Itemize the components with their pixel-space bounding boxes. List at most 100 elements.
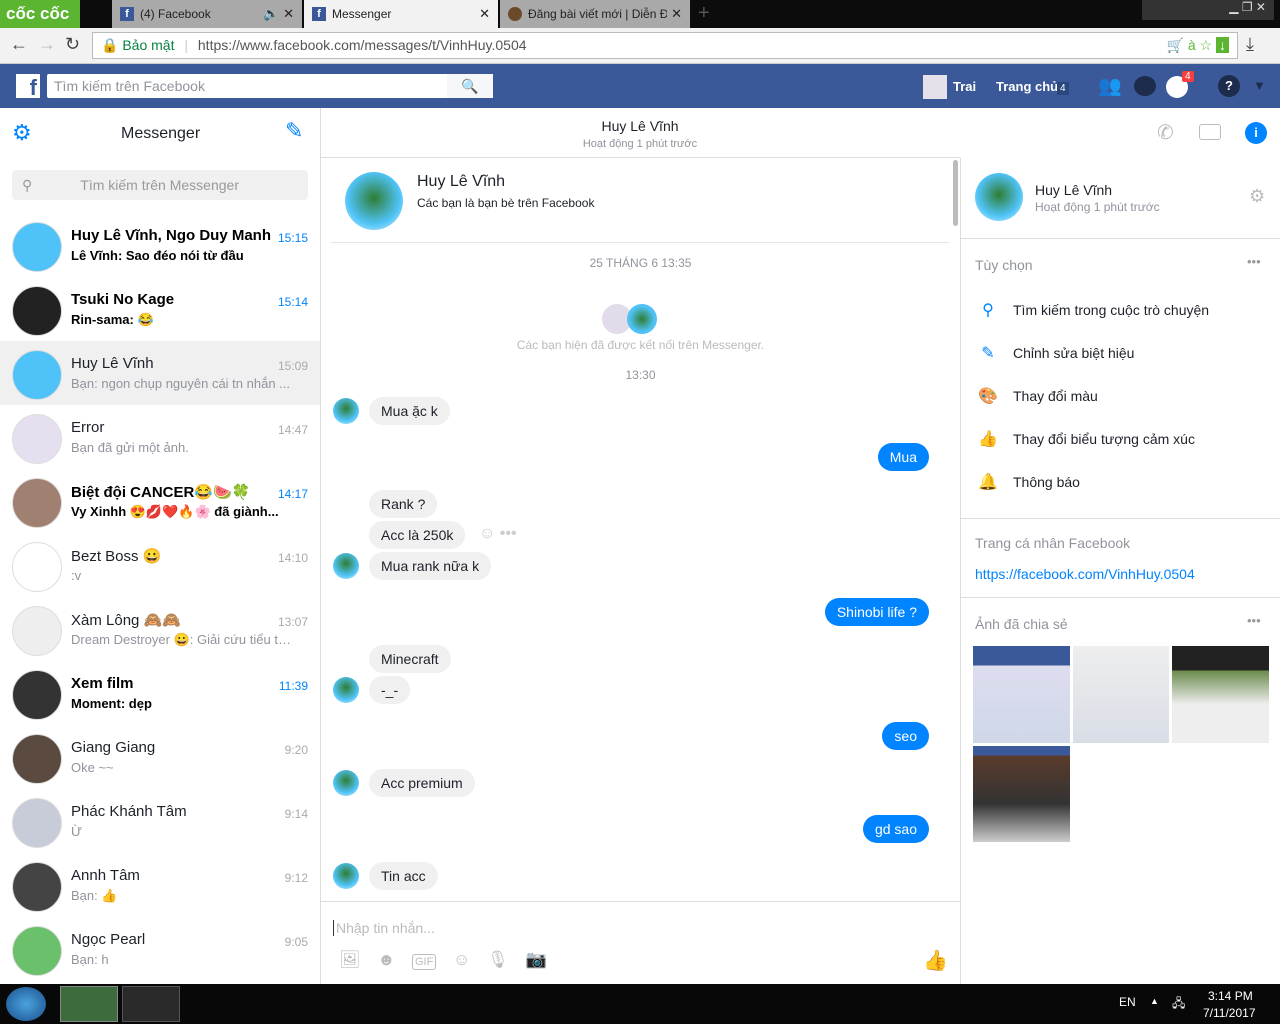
window-controls[interactable]: ▁ ❐ ✕ bbox=[1142, 0, 1274, 20]
shared-photo[interactable] bbox=[1172, 646, 1269, 743]
conversation-item[interactable]: Phác Khánh Tâm Ừ 9:14 bbox=[0, 789, 320, 853]
profile-link[interactable]: Trai bbox=[953, 79, 976, 94]
conversation-item[interactable]: Error Bạn đã gửi một ảnh. 14:47 bbox=[0, 405, 320, 469]
conversation-item[interactable]: Biệt đội CANCER😂🍉🍀 Vy Xinhh 😍💋❤️🔥🌸 đã gi… bbox=[0, 469, 320, 533]
conversation-item[interactable]: Huy Lê Vĩnh Bạn: ngon chụp nguyên cái tn… bbox=[0, 341, 320, 405]
message-bubble[interactable]: Mua ặc k bbox=[369, 397, 450, 425]
taskbar-minecraft[interactable] bbox=[122, 986, 180, 1022]
sender-avatar bbox=[333, 863, 359, 889]
extension-icons[interactable]: 🛒 à ☆ ↓ bbox=[1167, 33, 1229, 58]
url-input[interactable]: 🔒 Bảo mật | https://www.facebook.com/mes… bbox=[92, 32, 1238, 59]
shared-photo[interactable] bbox=[973, 746, 1070, 842]
palette-icon: 🎨 bbox=[978, 388, 998, 405]
message-bubble-sent[interactable]: Shinobi life ? bbox=[824, 598, 929, 626]
microphone-icon[interactable]: 🎙 bbox=[487, 950, 509, 969]
conversation-name: Tsuki No Kage bbox=[71, 291, 175, 308]
gif-button[interactable]: GIF bbox=[411, 954, 437, 970]
conversation-name: Giang Giang bbox=[71, 739, 156, 756]
option-search-conversation[interactable]: ⚲ Tìm kiếm trong cuộc trò chuyện bbox=[975, 300, 1209, 320]
profile-link[interactable]: https://facebook.com/VinhHuy.0504 bbox=[975, 566, 1195, 582]
search-placeholder: Tìm kiếm trên Facebook bbox=[54, 78, 205, 94]
shared-photo[interactable] bbox=[973, 646, 1070, 743]
option-change-emoji[interactable]: 👍 Thay đổi biểu tượng cảm xúc bbox=[975, 429, 1195, 449]
close-icon[interactable]: ✕ bbox=[667, 0, 682, 28]
more-icon[interactable]: ••• bbox=[1247, 254, 1261, 269]
clock-date[interactable]: 7/11/2017 bbox=[1203, 1006, 1256, 1020]
new-tab-icon[interactable]: + bbox=[698, 2, 710, 25]
option-edit-nickname[interactable]: ✎ Chỉnh sửa biệt hiệu bbox=[975, 343, 1134, 363]
message-bubble[interactable]: Minecraft bbox=[369, 645, 451, 673]
messenger-search-input[interactable]: ⚲ Tìm kiếm trên Messenger bbox=[12, 170, 308, 200]
user-avatar[interactable] bbox=[923, 75, 947, 99]
facebook-search-input[interactable]: Tìm kiếm trên Facebook 🔍 bbox=[47, 74, 493, 98]
like-icon[interactable]: 👍 bbox=[923, 948, 948, 973]
message-bubble[interactable]: Rank ? bbox=[369, 490, 438, 518]
conversation-item[interactable]: Bezt Boss 😀 :v 14:10 bbox=[0, 533, 320, 597]
info-icon[interactable]: i bbox=[1245, 122, 1267, 144]
conversation-item[interactable]: Xem film Moment: dẹp 11:39 bbox=[0, 661, 320, 725]
sticker-icon[interactable]: ☻ bbox=[377, 950, 395, 969]
conversation-snippet: Dream Destroyer 😀: Giải cứu tiểu th... bbox=[71, 632, 291, 647]
search-icon[interactable]: 🔍 bbox=[447, 74, 493, 98]
message-bubble[interactable]: Acc premium bbox=[369, 769, 475, 797]
message-input[interactable]: Nhập tin nhắn... bbox=[333, 920, 435, 936]
emoji-icon[interactable]: ☺ bbox=[453, 950, 470, 969]
option-change-color[interactable]: 🎨 Thay đổi màu bbox=[975, 386, 1098, 406]
photo-icon[interactable]: 🖼 bbox=[339, 950, 361, 969]
message-bubble[interactable]: Mua rank nữa k bbox=[369, 552, 492, 580]
shared-photo[interactable] bbox=[1073, 646, 1169, 743]
close-icon[interactable]: ✕ bbox=[479, 0, 490, 28]
message-bubble[interactable]: -_- bbox=[369, 676, 411, 704]
composer: Nhập tin nhắn... 🖼 ☻ GIF ☺ 🎙 📷 👍 bbox=[321, 901, 960, 972]
phone-icon[interactable]: ✆ bbox=[1157, 120, 1174, 145]
conversation-item[interactable]: Giang Giang Oke ~~ 9:20 bbox=[0, 725, 320, 789]
chat-panel: Huy Lê Vĩnh Hoạt động 1 phút trước ✆ i H… bbox=[321, 108, 1267, 984]
messenger-icon[interactable] bbox=[1134, 76, 1156, 96]
conversation-snippet: Lê Vĩnh: Sao đéo nói từ đầu bbox=[71, 248, 244, 263]
conversation-item[interactable]: Huy Lê Vĩnh, Ngo Duy Manh Lê Vĩnh: Sao đ… bbox=[0, 213, 320, 277]
language-indicator[interactable]: EN bbox=[1119, 995, 1136, 1009]
conversation-time: 14:47 bbox=[277, 423, 308, 437]
help-icon[interactable]: ? bbox=[1218, 75, 1240, 97]
back-icon[interactable]: ← bbox=[10, 34, 28, 55]
forward-icon[interactable]: → bbox=[38, 34, 56, 55]
message-bubble[interactable]: Tin acc bbox=[369, 862, 438, 890]
conversation-item[interactable]: Ngọc Pearl Bạn: h 9:05 bbox=[0, 917, 320, 981]
option-notifications[interactable]: 🔔 Thông báo bbox=[975, 472, 1080, 492]
clock-time[interactable]: 3:14 PM bbox=[1208, 989, 1253, 1003]
chevron-down-icon[interactable]: ▼ bbox=[1253, 78, 1266, 93]
conversation-name: Annh Tâm bbox=[71, 867, 140, 884]
home-link[interactable]: Trang chủ bbox=[996, 79, 1058, 94]
conversation-name: Huy Lê Vĩnh, Ngo Duy Manh bbox=[71, 227, 272, 244]
message-bubble-sent[interactable]: seo bbox=[882, 722, 929, 750]
avatar bbox=[12, 798, 62, 848]
reload-icon[interactable]: ↻ bbox=[65, 34, 80, 55]
tab-facebook[interactable]: f (4) Facebook 🔈 ✕ bbox=[112, 0, 302, 28]
tab-forum[interactable]: Đăng bài viết mới | Diễn Đ ✕ bbox=[500, 0, 690, 28]
download-icon[interactable]: ⤓ bbox=[1246, 34, 1254, 55]
close-icon[interactable]: 🔈 ✕ bbox=[263, 0, 294, 28]
coccoc-logo[interactable]: cốc cốc bbox=[0, 0, 80, 28]
tab-messenger[interactable]: f Messenger ✕ bbox=[304, 0, 498, 28]
conversation-item[interactable]: Annh Tâm Bạn: 👍 9:12 bbox=[0, 853, 320, 917]
gear-icon[interactable]: ⚙ bbox=[1249, 186, 1265, 207]
conversation-item[interactable]: Xàm Lông 🙈🙈 Dream Destroyer 😀: Giải cứu … bbox=[0, 597, 320, 661]
friends-icon[interactable]: 👥 bbox=[1098, 74, 1122, 98]
start-button[interactable] bbox=[6, 987, 46, 1021]
message-bubble[interactable]: Acc là 250k bbox=[369, 521, 466, 549]
scrollbar[interactable] bbox=[953, 160, 958, 226]
taskbar-coccoc[interactable] bbox=[60, 986, 118, 1022]
more-icon[interactable]: ••• bbox=[1247, 613, 1261, 628]
gear-icon[interactable]: ⚙ bbox=[12, 120, 32, 146]
network-icon[interactable]: 🖧 bbox=[1172, 994, 1185, 1015]
minecraft-icon bbox=[508, 7, 522, 21]
emoji-react-icon[interactable]: ☺ ••• bbox=[479, 525, 517, 543]
message-bubble-sent[interactable]: gd sao bbox=[862, 815, 929, 843]
facebook-logo-icon[interactable]: f bbox=[16, 74, 40, 100]
message-bubble-sent[interactable]: Mua bbox=[877, 443, 929, 471]
address-bar-row: ← → ↻ 🔒 Bảo mật | https://www.facebook.c… bbox=[0, 28, 1280, 64]
tray-arrow-icon[interactable]: ▲ bbox=[1150, 996, 1159, 1006]
camera-icon[interactable]: 📷 bbox=[525, 950, 546, 969]
conversation-item[interactable]: Tsuki No Kage Rin-sama: 😂 15:14 bbox=[0, 277, 320, 341]
video-icon[interactable] bbox=[1199, 124, 1221, 140]
